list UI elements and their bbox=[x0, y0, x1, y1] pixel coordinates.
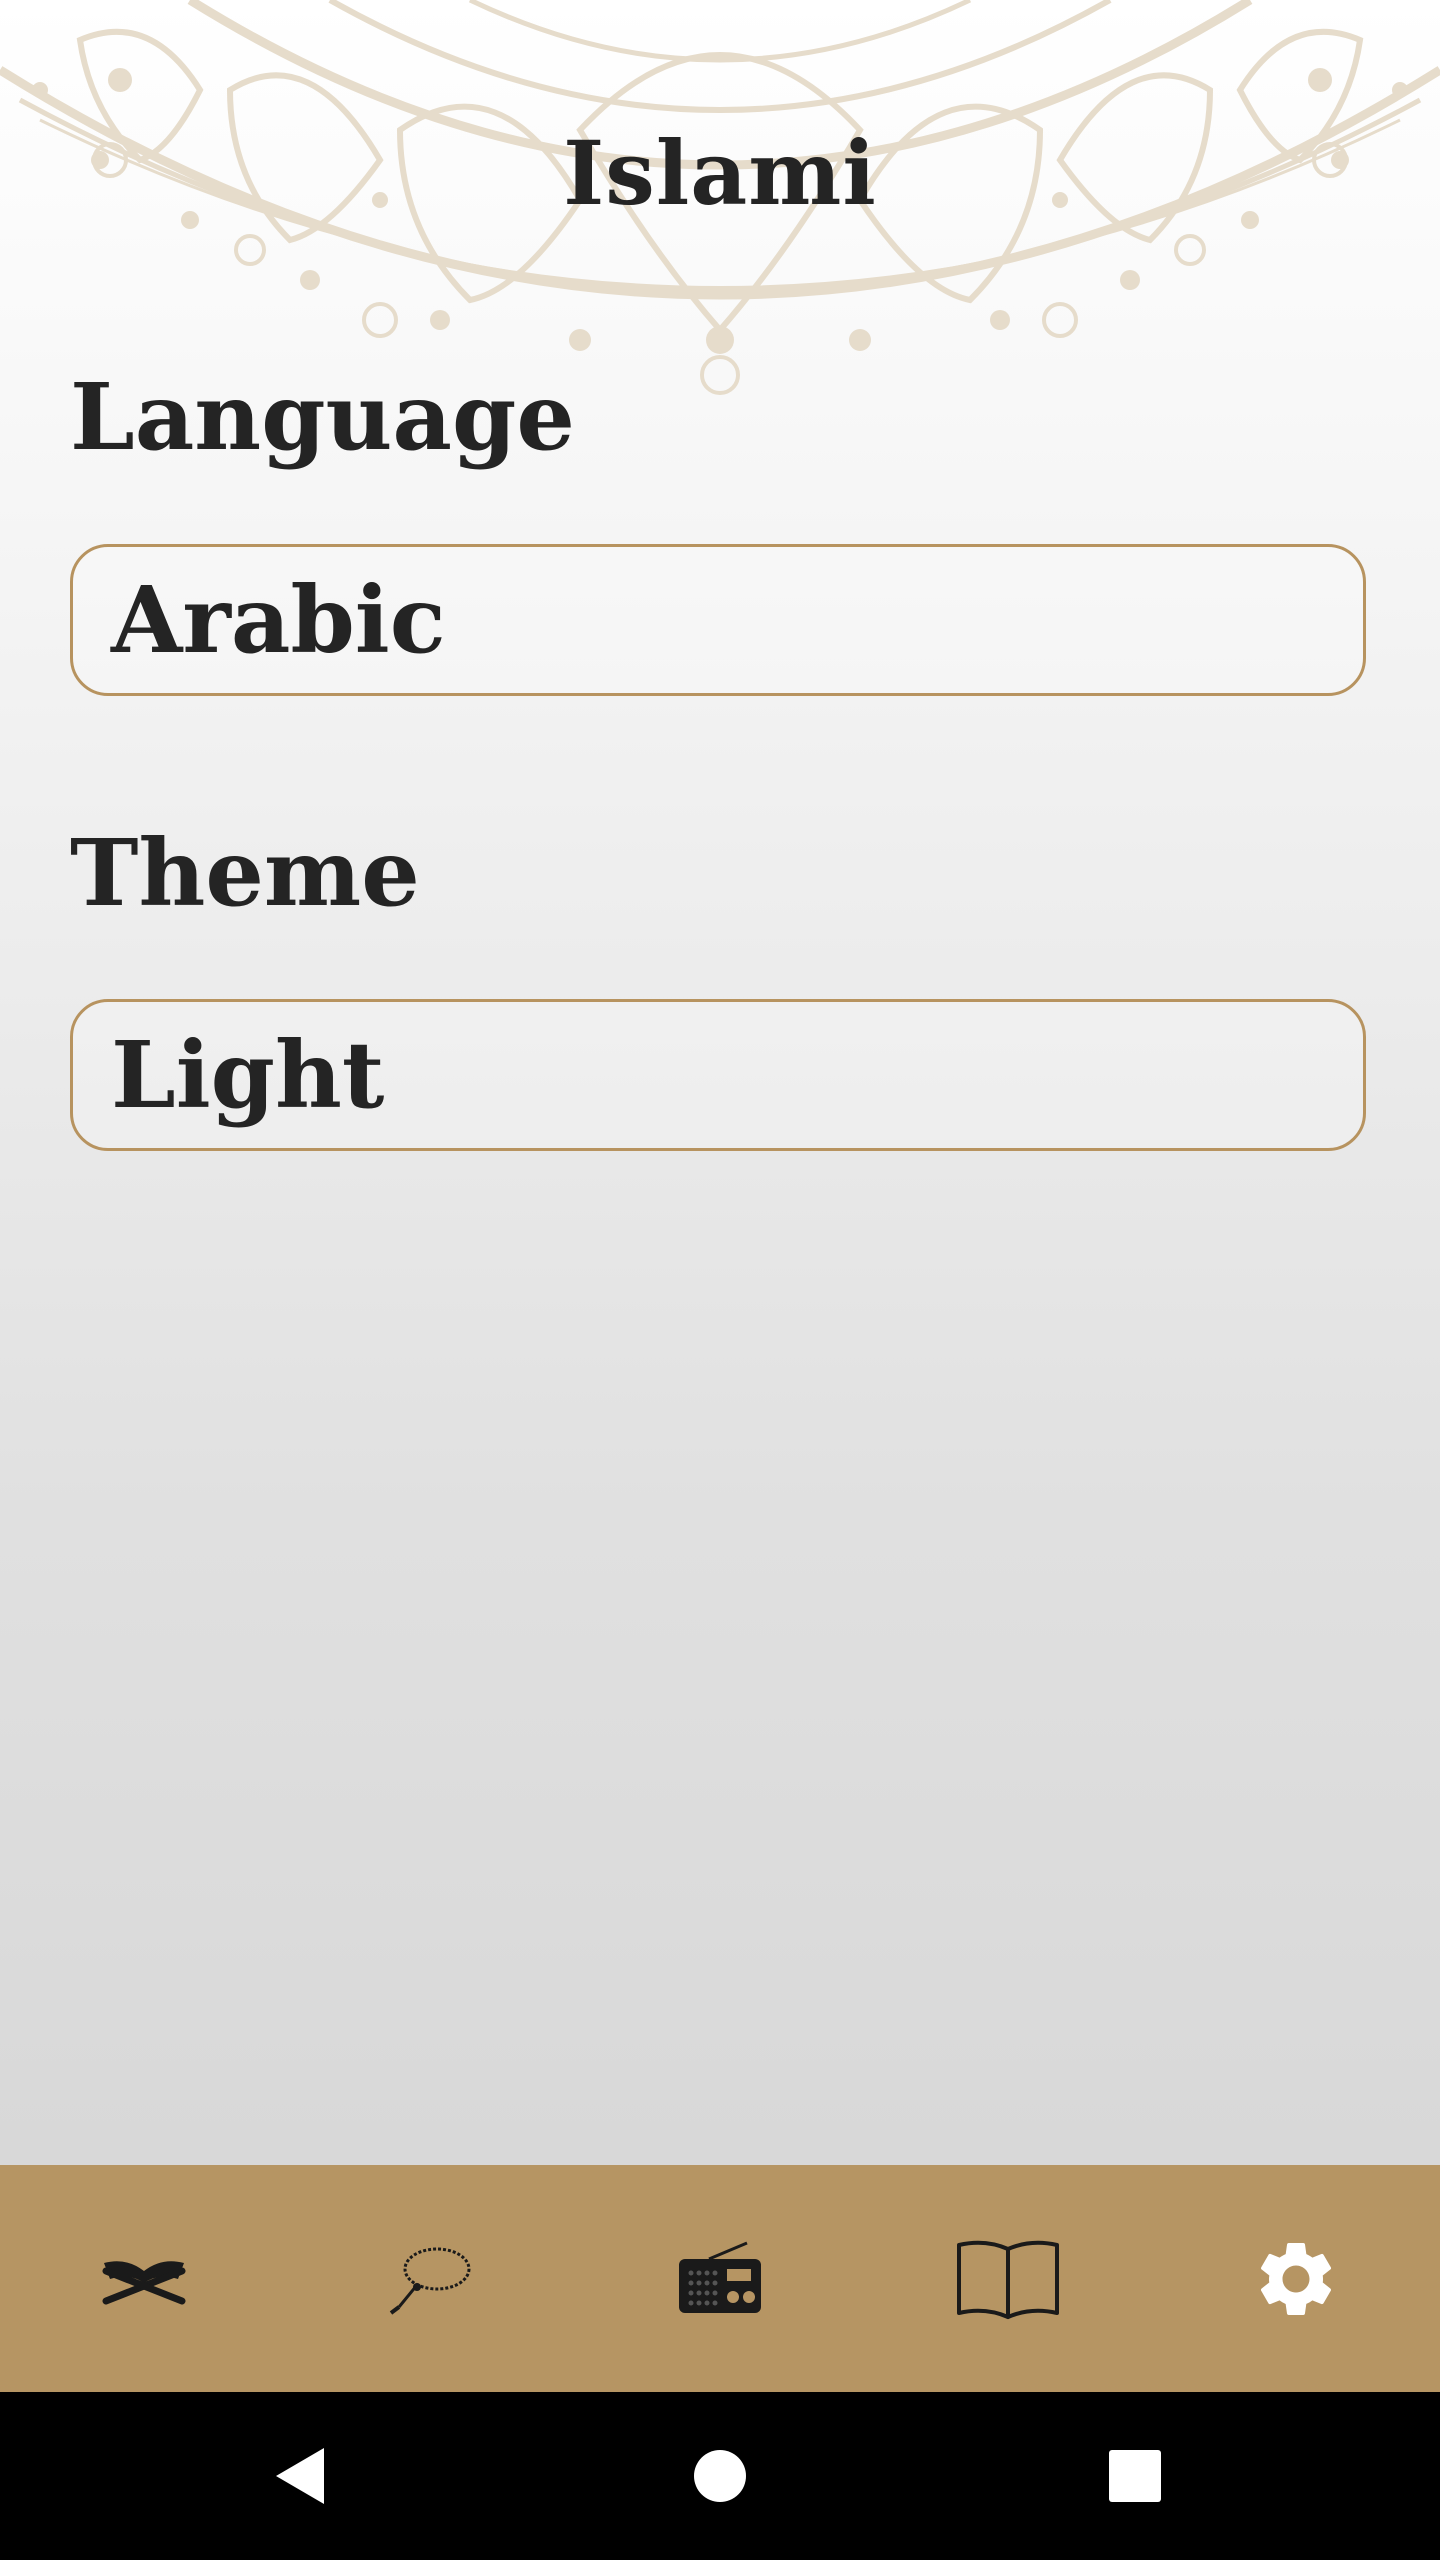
system-recent-apps-button[interactable] bbox=[1085, 2426, 1185, 2526]
nav-item-quran[interactable] bbox=[54, 2189, 234, 2369]
nav-item-radio[interactable] bbox=[630, 2189, 810, 2369]
language-selected-value: Arabic bbox=[111, 566, 446, 674]
nav-item-tasbeh[interactable] bbox=[342, 2189, 522, 2369]
language-dropdown[interactable]: Arabic bbox=[70, 544, 1366, 696]
book-icon bbox=[957, 2240, 1059, 2319]
bottom-navigation-bar bbox=[0, 2165, 1440, 2392]
recent-apps-icon bbox=[1109, 2450, 1161, 2502]
tasbeh-icon bbox=[389, 2247, 471, 2315]
nav-item-hadeth[interactable] bbox=[918, 2189, 1098, 2369]
language-label: Language bbox=[70, 363, 575, 471]
gear-icon bbox=[1260, 2242, 1332, 2315]
radio-icon bbox=[679, 2241, 761, 2313]
nav-item-settings[interactable] bbox=[1206, 2189, 1386, 2369]
theme-dropdown[interactable]: Light bbox=[70, 999, 1366, 1151]
quran-icon bbox=[102, 2260, 186, 2304]
theme-selected-value: Light bbox=[111, 1021, 385, 1129]
system-home-button[interactable] bbox=[670, 2426, 770, 2526]
system-navigation-bar bbox=[0, 2392, 1440, 2560]
back-icon bbox=[276, 2448, 324, 2504]
app-title: Islami bbox=[563, 121, 877, 225]
home-icon bbox=[694, 2450, 746, 2502]
settings-screen: Islami Language Arabic Theme Light bbox=[0, 0, 1440, 2165]
system-back-button[interactable] bbox=[250, 2426, 350, 2526]
theme-label: Theme bbox=[70, 819, 420, 927]
